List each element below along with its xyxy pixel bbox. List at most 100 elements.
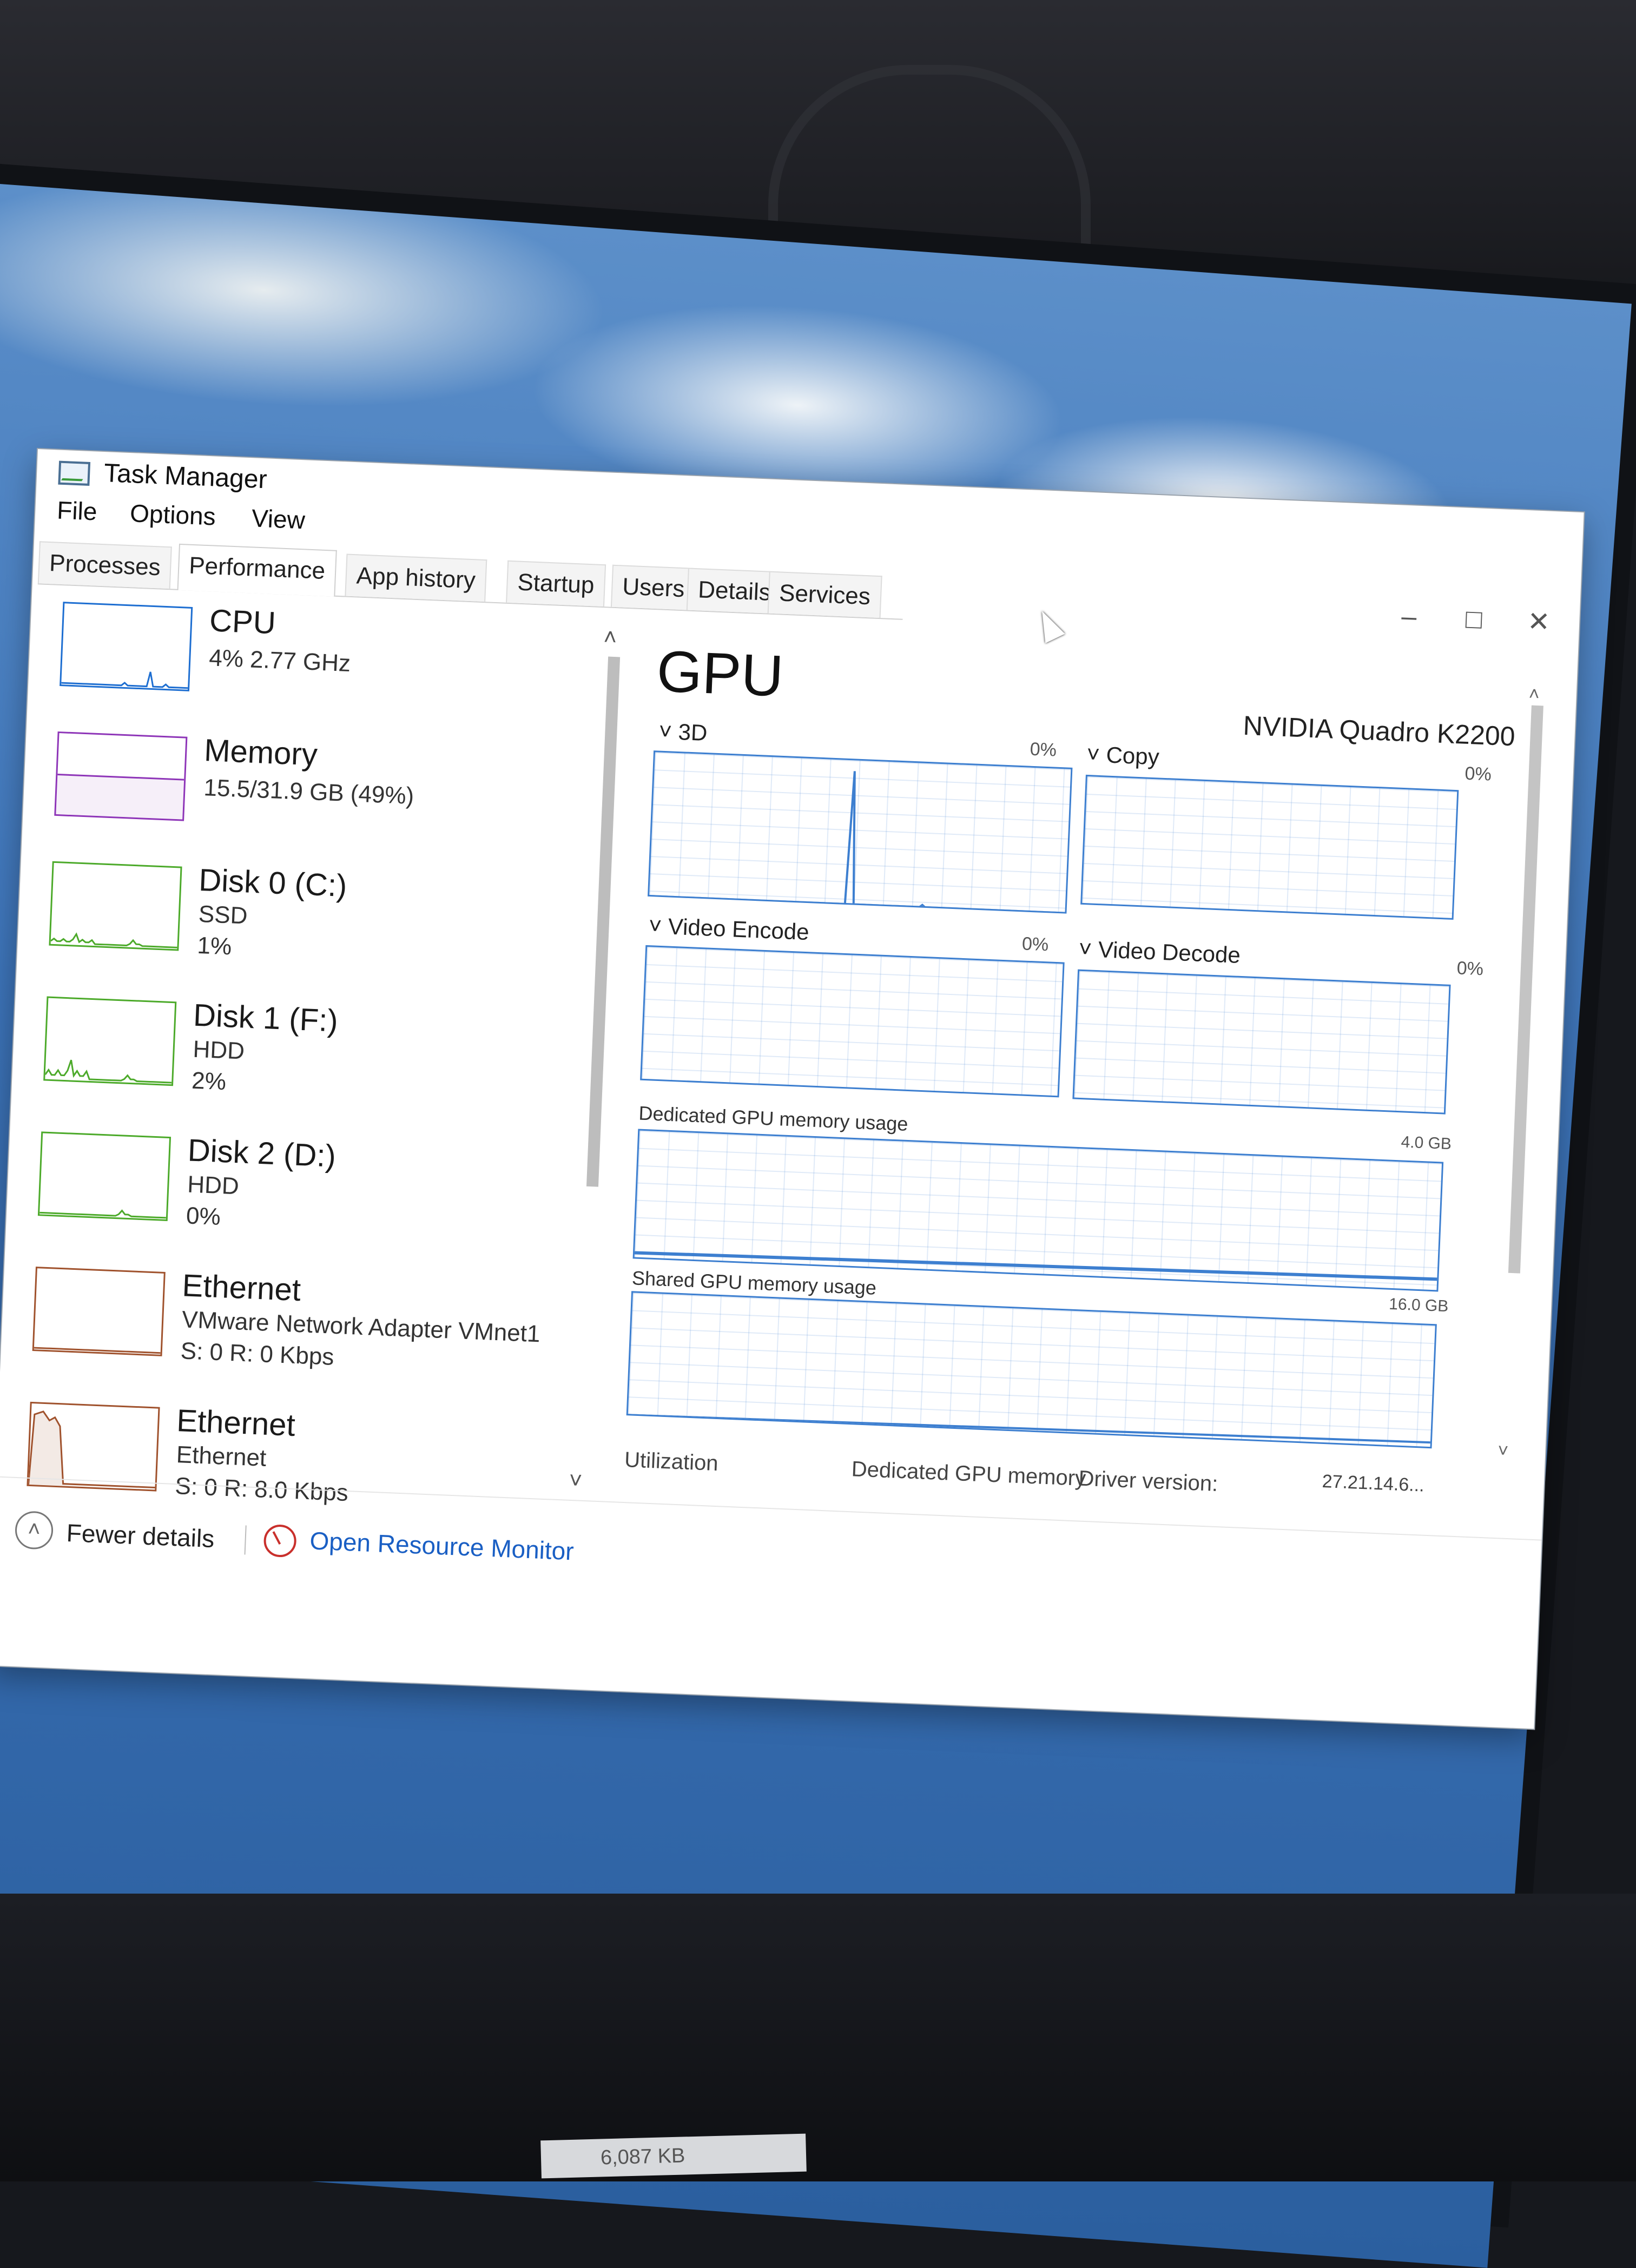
- resource-disk-0[interactable]: Disk 0 (C:) SSD 1%: [38, 850, 599, 981]
- dedicated-memory-capacity: 4.0 GB: [1400, 1133, 1452, 1153]
- engine-video-decode-graph: [1072, 969, 1451, 1115]
- shared-memory-line: [628, 1414, 1434, 1444]
- dedicated-memory-line: [634, 1251, 1441, 1281]
- monitor-lower-bezel: [0, 1894, 1636, 2181]
- chevron-down-icon: ˅: [648, 913, 669, 939]
- sparkline: [34, 1347, 161, 1354]
- tab-startup[interactable]: Startup: [506, 560, 606, 607]
- engine-label: Copy: [1105, 742, 1160, 770]
- chevron-down-icon: ˅: [1078, 935, 1099, 962]
- resource-name: Ethernet: [176, 1403, 296, 1443]
- gpu-detail-pane: GPU NVIDIA Quadro K2200 ˅ 3D 0% ˅ Copy 0…: [602, 615, 1567, 1534]
- resource-cpu[interactable]: CPU 4% 2.77 GHz: [49, 590, 610, 721]
- taskbar-fragment: 6,087 KB: [540, 2133, 807, 2179]
- scroll-up-icon[interactable]: ˄: [603, 624, 617, 650]
- resource-list: CPU 4% 2.77 GHz Memory 15.5/31.9 GB (49%…: [0, 590, 632, 1506]
- engine-label: 3D: [677, 718, 708, 746]
- scroll-down-icon[interactable]: ˅: [569, 1467, 583, 1494]
- gpu-model-name: NVIDIA Quadro K2200: [1242, 710, 1516, 752]
- sparkline: [45, 1059, 172, 1084]
- resource-name: Disk 2 (D:): [187, 1132, 337, 1174]
- engine-label: Video Encode: [668, 913, 810, 945]
- chevron-down-icon: ˅: [1086, 741, 1107, 768]
- task-manager-icon: [58, 460, 91, 486]
- ethernet-thumbnail-graph: [32, 1267, 166, 1356]
- tab-app-history[interactable]: App history: [345, 553, 487, 602]
- detail-scrollbar[interactable]: ˄ ˅: [1494, 683, 1549, 1517]
- resource-name: Disk 1 (F:): [193, 997, 339, 1039]
- shared-memory-capacity: 16.0 GB: [1388, 1295, 1449, 1316]
- tab-services[interactable]: Services: [767, 571, 882, 618]
- scrollbar-thumb[interactable]: [1508, 705, 1543, 1274]
- engine-3d-selector[interactable]: ˅ 3D: [658, 718, 708, 747]
- resource-usage: 2%: [191, 1067, 227, 1096]
- dedicated-memory-graph: [632, 1129, 1444, 1292]
- engine-copy-percent: 0%: [1464, 763, 1492, 785]
- resource-type: SSD: [198, 900, 248, 929]
- fewer-details-link[interactable]: Fewer details: [66, 1518, 215, 1553]
- resource-disk-2[interactable]: Disk 2 (D:) HDD 0%: [28, 1120, 589, 1251]
- driver-version-label: Driver version:: [1078, 1466, 1219, 1496]
- shared-memory-graph: [626, 1291, 1437, 1449]
- resource-type: HDD: [187, 1171, 240, 1200]
- engine-video-encode-graph: [640, 945, 1065, 1098]
- disk-1-thumbnail-graph: [43, 996, 177, 1086]
- sparkline: [50, 932, 177, 948]
- resource-detail: 15.5/31.9 GB (49%): [203, 774, 415, 810]
- throughput: S: 0 R: 0 Kbps: [180, 1337, 335, 1370]
- divider: [244, 1525, 247, 1555]
- engine-video-encode-selector[interactable]: ˅ Video Encode: [648, 913, 810, 945]
- engine-copy-graph: [1080, 774, 1459, 920]
- close-button[interactable]: ✕: [1514, 602, 1564, 642]
- engine-3d-line: [649, 771, 1068, 914]
- resource-name: Disk 0 (C:): [198, 862, 348, 904]
- tab-performance[interactable]: Performance: [177, 543, 337, 597]
- resource-type: HDD: [192, 1036, 246, 1065]
- open-resource-monitor-link[interactable]: Open Resource Monitor: [309, 1526, 575, 1566]
- resource-name: CPU: [208, 603, 276, 641]
- sparkline: [39, 1209, 166, 1219]
- resource-usage: 0%: [186, 1202, 221, 1231]
- dedicated-memory-stat-label: Dedicated GPU memory: [851, 1457, 1086, 1491]
- scrollbar-thumb[interactable]: [586, 656, 621, 1187]
- engine-3d-graph: [648, 750, 1073, 914]
- resource-name: Memory: [203, 733, 319, 773]
- resource-ethernet-vmnet1[interactable]: Ethernet VMware Network Adapter VMnet1 S…: [22, 1255, 583, 1386]
- engine-video-encode-percent: 0%: [1021, 933, 1049, 955]
- tab-processes[interactable]: Processes: [37, 541, 173, 589]
- memory-thumbnail-graph: [54, 731, 188, 821]
- sparkline: [56, 773, 184, 820]
- resource-disk-1[interactable]: Disk 1 (F:) HDD 2%: [33, 985, 594, 1116]
- cpu-thumbnail-graph: [60, 602, 193, 691]
- engine-video-decode-percent: 0%: [1456, 958, 1484, 980]
- chevron-up-circle-icon[interactable]: ˄: [14, 1510, 54, 1550]
- maximize-button[interactable]: □: [1449, 599, 1499, 639]
- resource-monitor-icon[interactable]: [263, 1524, 297, 1558]
- resource-name: Ethernet: [181, 1268, 302, 1308]
- scroll-down-icon[interactable]: ˅: [1498, 1440, 1509, 1462]
- minimize-button[interactable]: –: [1384, 596, 1434, 636]
- engine-video-decode-selector[interactable]: ˅ Video Decode: [1078, 936, 1241, 968]
- scroll-up-icon[interactable]: ˄: [1528, 683, 1540, 705]
- sparkline: [28, 1410, 155, 1488]
- tab-users[interactable]: Users: [610, 564, 696, 611]
- menu-options[interactable]: Options: [129, 498, 216, 531]
- engine-3d-percent: 0%: [1030, 739, 1057, 761]
- engine-copy-selector[interactable]: ˅ Copy: [1086, 741, 1160, 770]
- menu-view[interactable]: View: [251, 503, 306, 535]
- resource-detail: 4% 2.77 GHz: [208, 644, 351, 677]
- disk-0-thumbnail-graph: [49, 861, 182, 951]
- resource-memory[interactable]: Memory 15.5/31.9 GB (49%): [44, 720, 605, 851]
- task-manager-window: Task Manager – □ ✕ File Options View Pro…: [0, 449, 1584, 1729]
- driver-version-value: 27.21.14.6...: [1321, 1471, 1425, 1496]
- window-title: Task Manager: [103, 459, 268, 495]
- resource-usage: 1%: [196, 932, 233, 960]
- detail-title: GPU: [655, 638, 785, 709]
- disk-2-thumbnail-graph: [37, 1131, 171, 1222]
- adapter-name: Ethernet: [176, 1441, 267, 1472]
- menu-bar: File Options View: [56, 496, 306, 535]
- menu-file[interactable]: File: [56, 496, 97, 526]
- window-controls: – □ ✕: [1384, 596, 1564, 641]
- sparkline: [61, 671, 188, 689]
- utilization-label: Utilization: [624, 1448, 719, 1476]
